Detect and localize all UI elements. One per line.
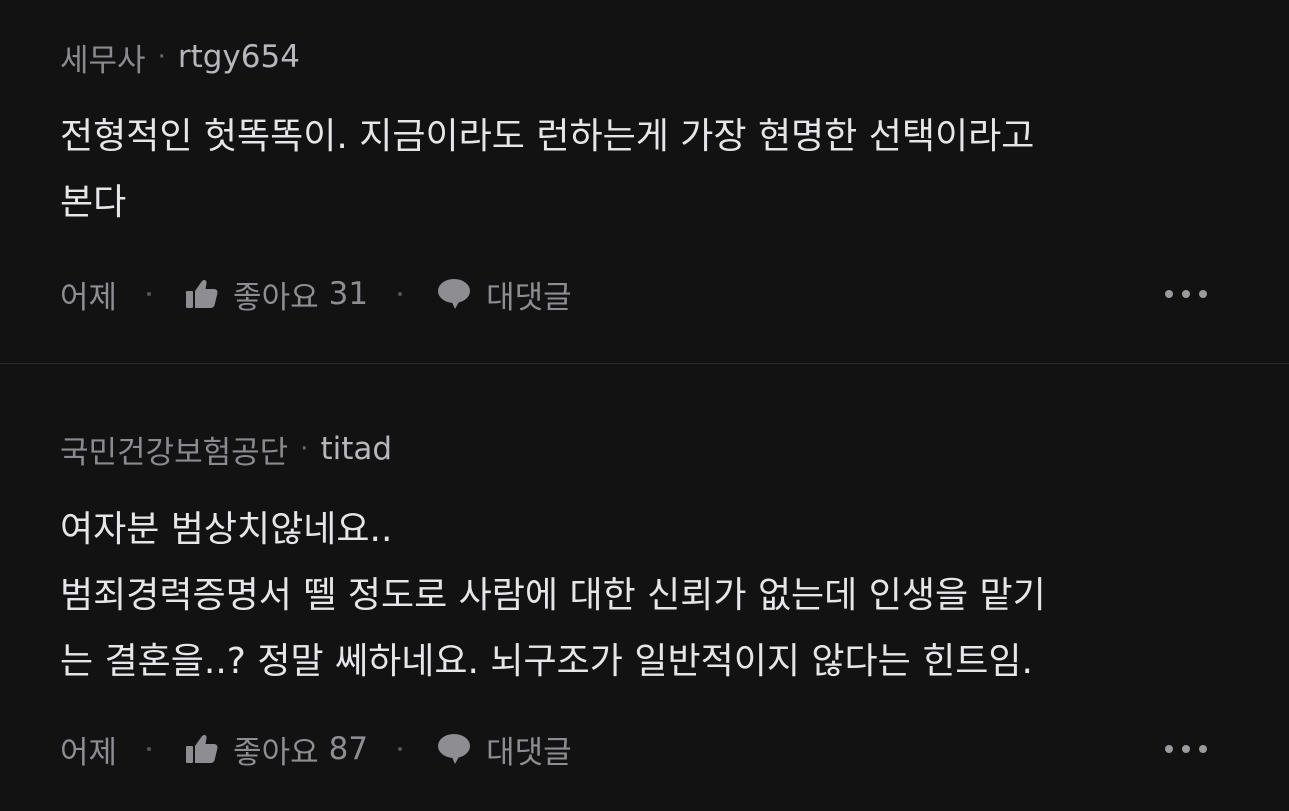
like-label: 좋아요	[233, 279, 319, 316]
more-options-button[interactable]	[1165, 734, 1207, 764]
like-count: 31	[328, 276, 369, 312]
more-dots-icon	[1165, 745, 1173, 753]
speech-bubble-icon	[438, 279, 471, 309]
thumbs-up-icon	[186, 279, 218, 308]
comment-author: 국민건강보험공단 · titad	[60, 429, 392, 471]
comment-text: 여자분 범상치않네요.. 범죄경력증명서 뗄 정도로 사람에 대한 신뢰가 없는…	[60, 509, 1046, 682]
more-options-button[interactable]	[1165, 279, 1207, 309]
like-label: 좋아요	[233, 734, 319, 771]
action-separator	[398, 292, 403, 296]
action-separator	[147, 747, 152, 751]
more-dots-icon	[1182, 745, 1190, 753]
reply-button[interactable]: 대댓글	[436, 272, 572, 317]
comment-item: 세무사 · rtgy654 전형적인 헛똑똑이. 지금이라도 런하는게 가장 현…	[0, 0, 1289, 364]
author-company: 국민건강보험공단	[60, 434, 289, 471]
more-dots-icon	[1199, 290, 1207, 298]
author-nickname[interactable]: rtgy654	[178, 39, 300, 75]
action-separator	[398, 747, 403, 751]
like-count: 87	[328, 731, 369, 767]
more-dots-icon	[1182, 290, 1190, 298]
reply-label: 대댓글	[486, 734, 572, 771]
comment-actions: 어제 좋아요 31 대댓글	[60, 272, 1207, 316]
like-button[interactable]: 좋아요 87	[185, 727, 368, 772]
author-company: 세무사	[60, 42, 146, 79]
action-separator	[147, 292, 152, 296]
reply-label: 대댓글	[486, 279, 572, 316]
comment-item: 국민건강보험공단 · titad 여자분 범상치않네요.. 범죄경력증명서 뗄 …	[0, 364, 1289, 811]
speech-bubble-icon	[438, 734, 471, 764]
more-dots-icon	[1199, 745, 1207, 753]
comment-actions: 어제 좋아요 87 대댓글	[60, 727, 1207, 771]
meta-separator: ·	[300, 434, 309, 464]
comment-text: 전형적인 헛똑똑이. 지금이라도 런하는게 가장 현명한 선택이라고 본다	[60, 116, 1035, 223]
comment-author: 세무사 · rtgy654	[60, 37, 300, 79]
meta-separator: ·	[157, 42, 166, 72]
more-dots-icon	[1165, 290, 1173, 298]
comment-time: 어제	[60, 734, 118, 771]
like-button[interactable]: 좋아요 31	[185, 272, 368, 317]
author-nickname[interactable]: titad	[320, 431, 392, 467]
reply-button[interactable]: 대댓글	[436, 727, 572, 772]
comment-time: 어제	[60, 279, 118, 316]
thumbs-up-icon	[186, 734, 218, 763]
